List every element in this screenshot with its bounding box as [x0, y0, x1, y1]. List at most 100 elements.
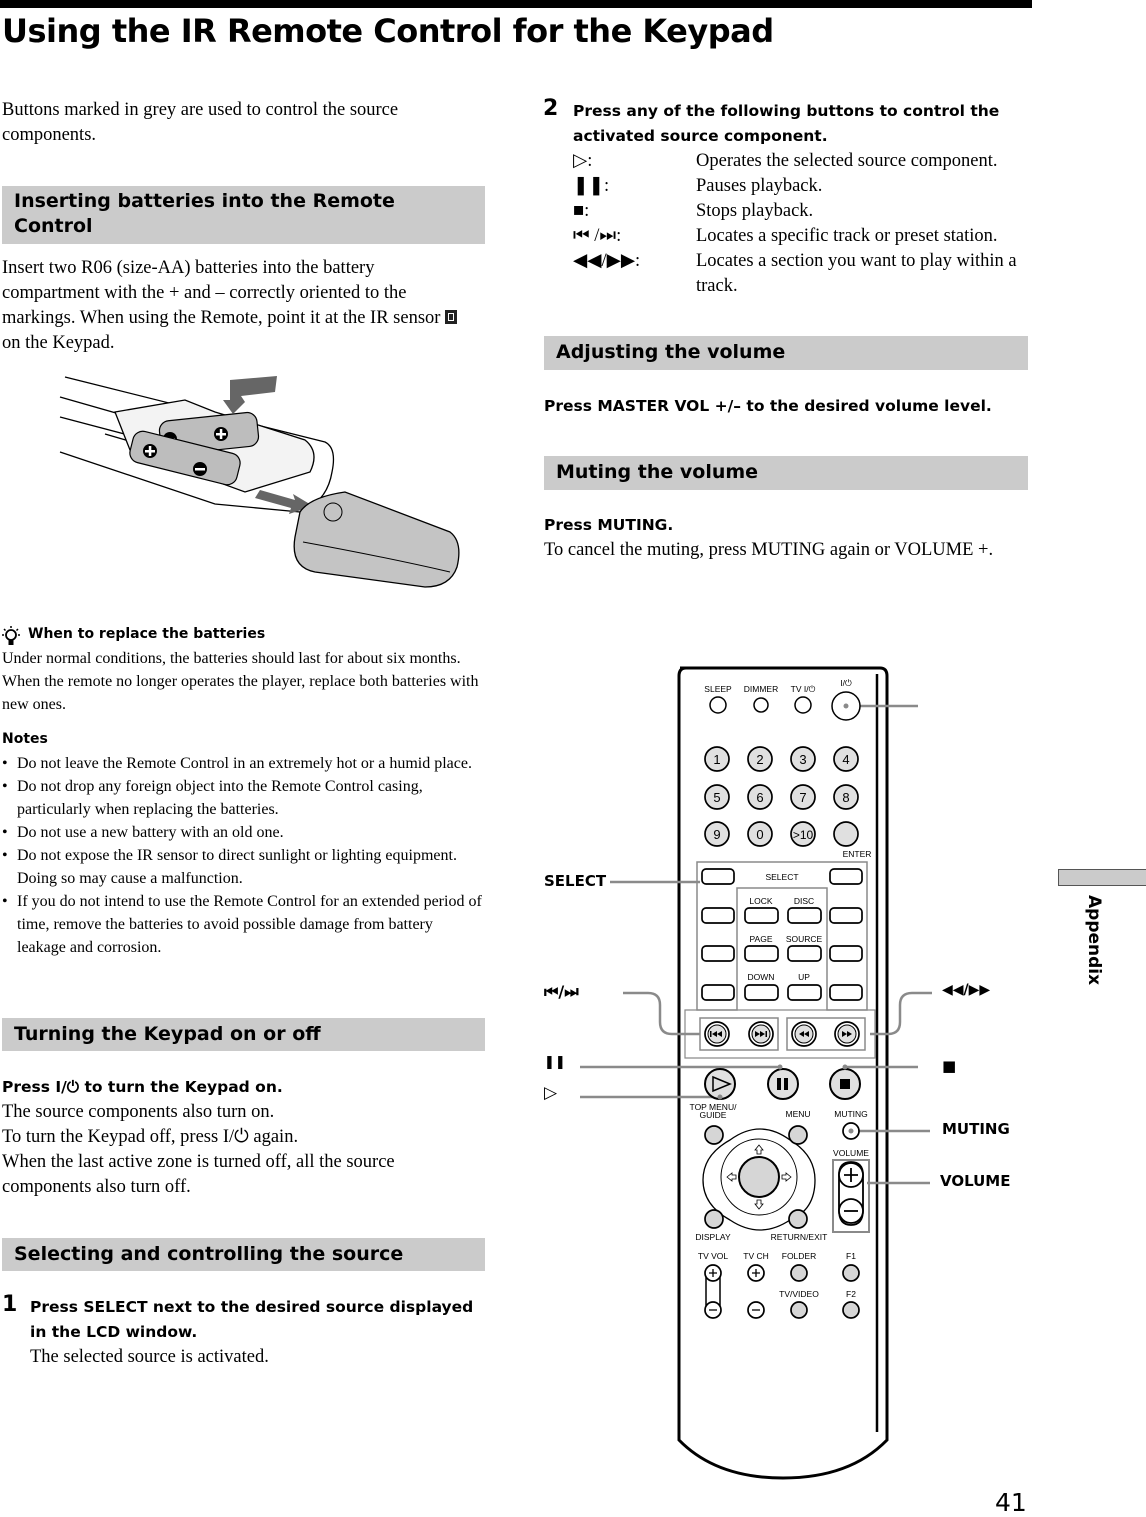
digit-label: 1 — [713, 752, 720, 767]
fast-forward-button[interactable] — [834, 1021, 860, 1047]
top-menu-button[interactable] — [704, 1125, 724, 1145]
digit-label: 8 — [842, 790, 849, 805]
tv-vol-label: TV VOL — [698, 1251, 729, 1261]
tip-block: When to replace the batteries Under norm… — [2, 622, 482, 716]
select-button-6[interactable] — [829, 945, 863, 962]
display-button[interactable] — [704, 1209, 724, 1229]
select-button-2[interactable] — [829, 868, 863, 885]
tip-body: Under normal conditions, the batteries s… — [2, 650, 479, 713]
enter-button[interactable] — [833, 821, 859, 847]
digit-label: 5 — [713, 790, 720, 805]
callout-volume: VOLUME — [940, 1172, 1011, 1190]
lock-button[interactable] — [744, 907, 779, 924]
pause-button[interactable] — [767, 1068, 799, 1100]
symbol-desc: Stops playback. — [696, 201, 814, 221]
power-block: Press I/⏻ to turn the Keypad on. The sou… — [2, 1075, 482, 1200]
down-button[interactable] — [744, 984, 779, 1001]
battery-insertion-illustration — [59, 376, 460, 588]
stop-button[interactable] — [829, 1068, 861, 1100]
pause-symbol: ❚❚: — [573, 176, 610, 196]
power-line: When the last active zone is turned off,… — [2, 1152, 395, 1197]
header-rule — [0, 0, 1032, 8]
ir-sensor-icon — [445, 310, 458, 324]
symbol-desc: Locates a section you want to play withi… — [696, 251, 1017, 296]
return-exit-button[interactable] — [788, 1209, 808, 1229]
note-item: Do not expose the IR sensor to direct su… — [2, 844, 482, 890]
select-button-8[interactable] — [829, 984, 863, 1001]
lightbulb-tip-icon — [2, 626, 20, 645]
enter-label: ENTER — [843, 849, 872, 859]
page-title: Using the IR Remote Control for the Keyp… — [2, 12, 774, 50]
return-exit-label: RETURN/EXIT — [771, 1232, 828, 1242]
batteries-body-text: Insert two R06 (size-AA) batteries into … — [2, 258, 441, 328]
disc-button[interactable] — [787, 907, 822, 924]
source-button[interactable] — [787, 945, 822, 962]
callout-select: SELECT — [544, 872, 607, 890]
disc-label: DISC — [794, 896, 814, 906]
enter-center-button[interactable] — [738, 1156, 780, 1198]
digit-label: 3 — [799, 752, 806, 767]
folder-button[interactable] — [790, 1264, 808, 1282]
note-item: If you do not intend to use the Remote C… — [2, 890, 482, 959]
digit-label: 9 — [713, 827, 720, 842]
power-line: The source components also turn on. — [2, 1102, 275, 1122]
next-track-button[interactable] — [748, 1021, 774, 1047]
f2-button[interactable] — [842, 1301, 860, 1319]
tv-ch-down-button[interactable] — [747, 1301, 765, 1319]
select-button-3[interactable] — [701, 907, 735, 924]
tv-vol-down-button[interactable] — [704, 1301, 722, 1319]
step-2: 2 Press any of the following buttons to … — [543, 96, 1033, 299]
page-button[interactable] — [744, 945, 779, 962]
notes-title: Notes — [2, 731, 48, 747]
volume-down-button[interactable] — [838, 1198, 864, 1224]
digit-label: 4 — [842, 752, 849, 767]
dimmer-button[interactable] — [753, 697, 769, 713]
step-number: 2 — [543, 96, 559, 121]
select-button-1[interactable] — [701, 868, 735, 885]
battery-cover — [293, 491, 460, 588]
note-item: Do not leave the Remote Control in an ex… — [2, 752, 482, 775]
volume-instruction: Press MASTER VOL +/– to the desired volu… — [544, 397, 992, 415]
tv-power-label: TV I/⏻ — [791, 684, 816, 694]
section-heading-source: Selecting and controlling the source — [2, 1238, 485, 1271]
notes-block: Notes Do not leave the Remote Control in… — [2, 727, 482, 959]
sleep-button[interactable] — [709, 696, 727, 714]
symbol-desc: Locates a specific track or preset stati… — [696, 226, 998, 246]
insert-arrow — [223, 376, 277, 414]
notes-list: Do not leave the Remote Control in an ex… — [2, 752, 482, 959]
f1-button[interactable] — [842, 1264, 860, 1282]
dimmer-label: DIMMER — [744, 684, 778, 694]
callout-prev-next: ⏮/⏭ — [544, 982, 579, 1001]
symbol-row: ◀◀/▶▶: Locates a section you want to play… — [573, 249, 1033, 299]
lock-label: LOCK — [749, 896, 772, 906]
select-button-5[interactable] — [701, 945, 735, 962]
menu-label: MENU — [785, 1109, 810, 1119]
callout-pause: ❚❚ — [544, 1055, 566, 1070]
power-line: To turn the Keypad off, press I/⏻ again. — [2, 1127, 299, 1147]
select-label: SELECT — [765, 872, 798, 882]
batteries-body-text-end: on the Keypad. — [2, 333, 115, 353]
section-heading-power: Turning the Keypad on or off — [2, 1018, 485, 1051]
up-button[interactable] — [787, 984, 822, 1001]
symbol-row: ❚❚: Pauses playback. — [573, 174, 1033, 199]
power-instruction: Press I/⏻ to turn the Keypad on. — [2, 1078, 283, 1096]
section-heading-muting: Muting the volume — [544, 456, 1028, 490]
tv-ch-up-button[interactable] — [747, 1264, 765, 1282]
rewind-button[interactable] — [791, 1021, 817, 1047]
symbol-desc: Operates the selected source component. — [696, 151, 998, 171]
step-1: 1 Press SELECT next to the desired sourc… — [2, 1292, 482, 1370]
tv-power-button[interactable] — [794, 696, 812, 714]
callout-rew-ff: ◀◀/▶▶ — [942, 982, 991, 998]
volume-up-button[interactable] — [838, 1162, 864, 1188]
prev-track-button[interactable] — [704, 1021, 730, 1047]
callout-play: ▷ — [544, 1083, 558, 1103]
digit-label: 2 — [756, 752, 763, 767]
tv-video-button[interactable] — [790, 1301, 808, 1319]
sleep-label: SLEEP — [704, 684, 732, 694]
tv-vol-up-button[interactable] — [704, 1264, 722, 1282]
select-button-7[interactable] — [701, 984, 735, 1001]
play-symbol: ▷: — [573, 151, 593, 171]
select-button-4[interactable] — [829, 907, 863, 924]
menu-button[interactable] — [788, 1125, 808, 1145]
page-label: PAGE — [750, 934, 773, 944]
